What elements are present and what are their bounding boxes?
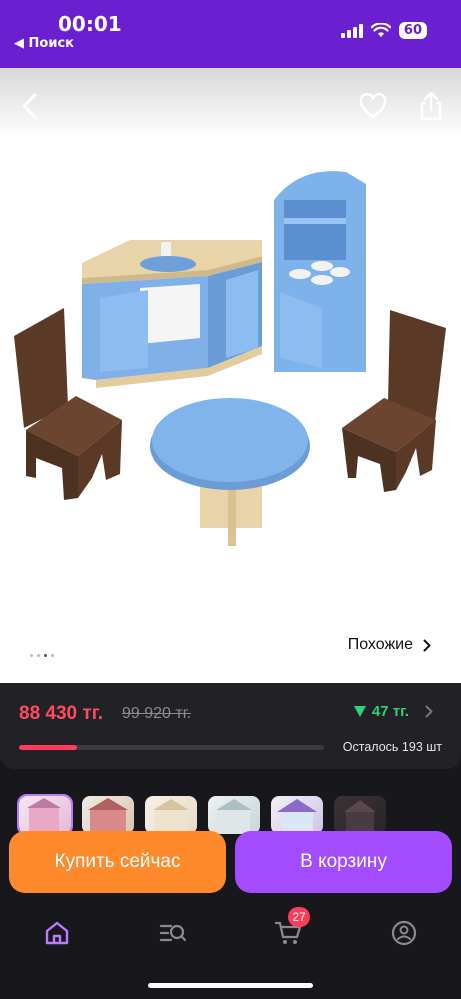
tab-cart[interactable]: 27 (268, 907, 310, 953)
pagination-dot (30, 654, 33, 657)
favorite-button[interactable] (355, 88, 391, 124)
variant-thumbnail[interactable] (82, 796, 134, 834)
variant-thumbnail[interactable] (334, 796, 386, 834)
status-icons: 60 (340, 22, 427, 39)
add-to-cart-button[interactable]: В корзину (235, 831, 452, 893)
tab-home[interactable] (37, 913, 77, 953)
bottom-tab-bar: 27 (0, 905, 461, 959)
back-to-search-link[interactable]: ◀ Поиск (14, 36, 74, 51)
variant-thumbnail[interactable] (208, 796, 260, 834)
old-price: 99 920 тг. (122, 705, 192, 722)
price-card[interactable]: 88 430 тг. 99 920 тг. 47 тг. Осталось 19… (0, 683, 461, 769)
variant-thumbnail[interactable] (145, 796, 197, 834)
status-time: 00:01 (58, 12, 122, 36)
stock-progress-bar (19, 745, 324, 750)
stock-remaining: Осталось 193 шт (342, 740, 442, 754)
product-image (14, 171, 446, 546)
tab-profile[interactable] (384, 913, 424, 953)
battery-indicator: 60 (398, 22, 427, 39)
home-icon (45, 921, 69, 945)
dollhouse-thumb-icon (344, 800, 376, 834)
similar-products-label: Похожие (347, 636, 413, 653)
variant-thumbnail[interactable] (271, 796, 323, 834)
chevron-right-icon (425, 705, 433, 718)
status-bar: 00:01 ◀ Поиск 60 (0, 0, 461, 68)
sink-cabinet-illustration (82, 240, 262, 388)
heart-icon (359, 93, 387, 119)
gallery-pagination-dots (30, 654, 54, 657)
dollhouse-thumb-icon (277, 799, 317, 834)
pagination-dot (51, 654, 54, 657)
buy-now-button[interactable]: Купить сейчас (9, 831, 226, 893)
bonus-label: 47 тг. (371, 703, 409, 720)
catalog-search-icon (159, 924, 187, 942)
pagination-dot-active (44, 654, 47, 657)
share-button[interactable] (413, 88, 449, 124)
cupboard-illustration (274, 171, 366, 372)
signal-icon (340, 23, 363, 38)
similar-products-link[interactable]: Похожие (348, 636, 431, 654)
home-indicator (148, 983, 313, 988)
dollhouse-thumb-icon (153, 799, 189, 834)
pagination-dot (37, 654, 40, 657)
purchase-panel: 88 430 тг. 99 920 тг. 47 тг. Осталось 19… (0, 683, 461, 999)
triangle-down-icon (353, 706, 366, 717)
variant-thumbnail-selected[interactable] (17, 794, 73, 836)
current-price: 88 430 тг. (19, 703, 103, 724)
product-gallery[interactable]: Похожие (0, 68, 461, 683)
back-button[interactable] (12, 88, 48, 124)
bonus-amount[interactable]: 47 тг. (353, 703, 433, 720)
cart-count-badge: 27 (288, 907, 310, 927)
wifi-icon (370, 23, 391, 37)
dollhouse-thumb-icon (88, 798, 128, 834)
share-icon (420, 91, 442, 121)
chevron-right-icon (423, 639, 431, 651)
stock-progress-fill (19, 745, 77, 750)
dollhouse-thumb-icon (27, 798, 61, 834)
gallery-top-shade (0, 68, 461, 138)
table-illustration (150, 398, 310, 546)
variant-thumbnails (17, 794, 386, 836)
tab-catalog[interactable] (153, 913, 193, 953)
dollhouse-thumb-icon (216, 799, 252, 834)
back-arrow-icon (22, 93, 37, 119)
profile-icon (391, 920, 417, 946)
